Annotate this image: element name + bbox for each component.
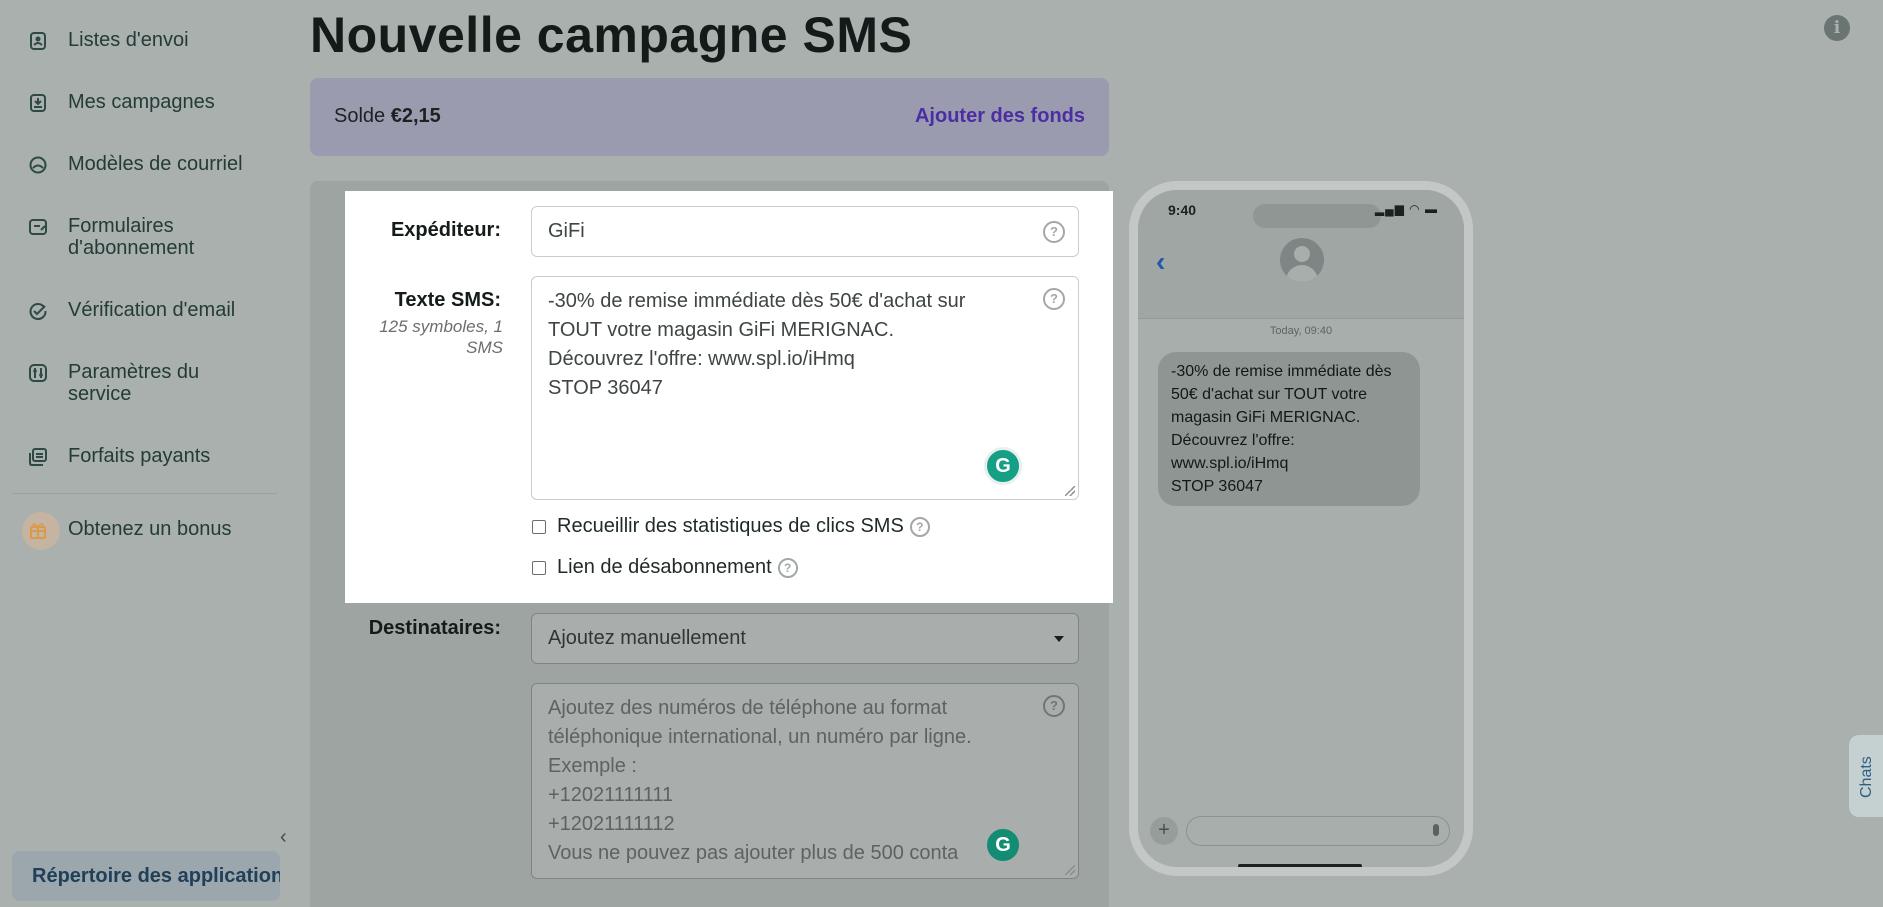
- check-circle-icon: [29, 303, 47, 320]
- help-icon[interactable]: ?: [777, 557, 798, 578]
- unsubscribe-link-checkbox-row[interactable]: Lien de désabonnement ?: [532, 556, 798, 579]
- sidebar-item-label: Modèles de courriel: [68, 153, 243, 175]
- compose-field: [1186, 816, 1450, 846]
- dynamic-island: [1253, 204, 1381, 228]
- chats-tab-label: Chats: [1858, 756, 1875, 798]
- settings-sliders-icon: [29, 364, 47, 382]
- recipients-label: Destinataires:: [368, 617, 501, 639]
- plans-stack-icon: [29, 448, 47, 466]
- app-directory-button[interactable]: Répertoire des applications: [12, 851, 280, 901]
- help-icon[interactable]: ?: [909, 516, 930, 537]
- help-icon[interactable]: ?: [1043, 288, 1065, 310]
- help-icon[interactable]: ?: [1043, 695, 1065, 717]
- sidebar-item-label: Obtenez un bonus: [68, 518, 232, 540]
- sidebar-divider: [12, 493, 277, 494]
- sms-text-value: -30% de remise immédiate dès 50€ d'achat…: [548, 290, 966, 399]
- sidebar-item-label: Listes d'envoi: [68, 29, 189, 51]
- balance-amount: €2,15: [390, 105, 441, 127]
- collect-stats-checkbox[interactable]: [532, 519, 546, 534]
- page-title: Nouvelle campagne SMS: [310, 7, 913, 63]
- collect-stats-label: Recueillir des statistiques de clics SMS: [557, 515, 904, 537]
- form-icon: [29, 219, 47, 235]
- collapse-sidebar-button[interactable]: ‹: [280, 826, 287, 849]
- sidebar-item-label: Mes campagnes: [68, 91, 215, 113]
- balance-label: Solde €2,15: [334, 105, 441, 128]
- info-icon[interactable]: i: [1824, 15, 1850, 41]
- phone-preview: 9:40 ▂▄▆ ◠ ▬ ‹ Today, 09:40 -30% de remi…: [1129, 181, 1473, 876]
- avatar: [1280, 238, 1324, 282]
- grammarly-icon[interactable]: G: [984, 447, 1022, 485]
- chevron-down-icon: [1054, 636, 1064, 642]
- sms-text-area[interactable]: -30% de remise immédiate dès 50€ d'achat…: [531, 276, 1079, 500]
- chats-tab[interactable]: Chats: [1849, 735, 1883, 817]
- gift-icon: [30, 523, 46, 539]
- sms-preview-bubble: -30% de remise immédiate dès 50€ d'achat…: [1158, 352, 1420, 506]
- balance-label-text: Solde: [334, 105, 386, 127]
- plus-icon: +: [1150, 817, 1178, 845]
- sidebar-item-label: Forfaits payants: [68, 445, 211, 467]
- campaign-icon: [30, 94, 46, 112]
- home-indicator: [1238, 864, 1362, 867]
- sidebar: Listes d'envoi Mes campagnes Modèles de …: [0, 0, 290, 907]
- status-bar-icons: ▂▄▆ ◠ ▬: [1374, 202, 1438, 216]
- chevron-left-icon: ‹: [1156, 246, 1166, 277]
- resize-handle[interactable]: [1065, 865, 1075, 875]
- sender-input[interactable]: GiFi ?: [531, 206, 1079, 257]
- recipients-selected-value: Ajoutez manuellement: [548, 627, 746, 649]
- collect-stats-checkbox-row[interactable]: Recueillir des statistiques de clics SMS…: [532, 515, 930, 538]
- phone-numbers-textarea[interactable]: Ajoutez des numéros de téléphone au form…: [531, 683, 1079, 879]
- phone-header: 9:40 ▂▄▆ ◠ ▬ ‹: [1138, 190, 1464, 319]
- address-book-icon: [30, 32, 46, 50]
- recipients-select[interactable]: Ajoutez manuellement: [531, 613, 1079, 664]
- unsubscribe-link-checkbox[interactable]: [532, 560, 546, 575]
- message-date: Today, 09:40: [1269, 325, 1333, 337]
- sms-text-label: Texte SMS:: [394, 289, 501, 311]
- unsubscribe-link-label: Lien de désabonnement: [557, 556, 772, 578]
- microphone-icon: [1433, 824, 1439, 836]
- grammarly-icon[interactable]: G: [984, 826, 1022, 864]
- resize-handle[interactable]: [1065, 486, 1075, 496]
- sender-value: GiFi: [548, 220, 585, 242]
- sidebar-item-label: Vérification d'email: [68, 299, 236, 321]
- balance-bar: Solde €2,15 Ajouter des fonds: [310, 78, 1109, 156]
- sender-label: Expéditeur:: [390, 219, 501, 241]
- sidebar-item-label: Paramètres du service: [68, 361, 200, 405]
- add-funds-link[interactable]: Ajouter des fonds: [915, 105, 1085, 128]
- help-icon[interactable]: ?: [1043, 221, 1065, 243]
- sidebar-item-label: Formulaires d'abonnement: [68, 215, 195, 259]
- phone-time: 9:40: [1168, 202, 1197, 218]
- email-template-icon: [29, 156, 47, 174]
- phone-numbers-placeholder: Ajoutez des numéros de téléphone au form…: [548, 697, 972, 864]
- sms-char-counter: 125 symboles, 1 SMS: [379, 317, 503, 357]
